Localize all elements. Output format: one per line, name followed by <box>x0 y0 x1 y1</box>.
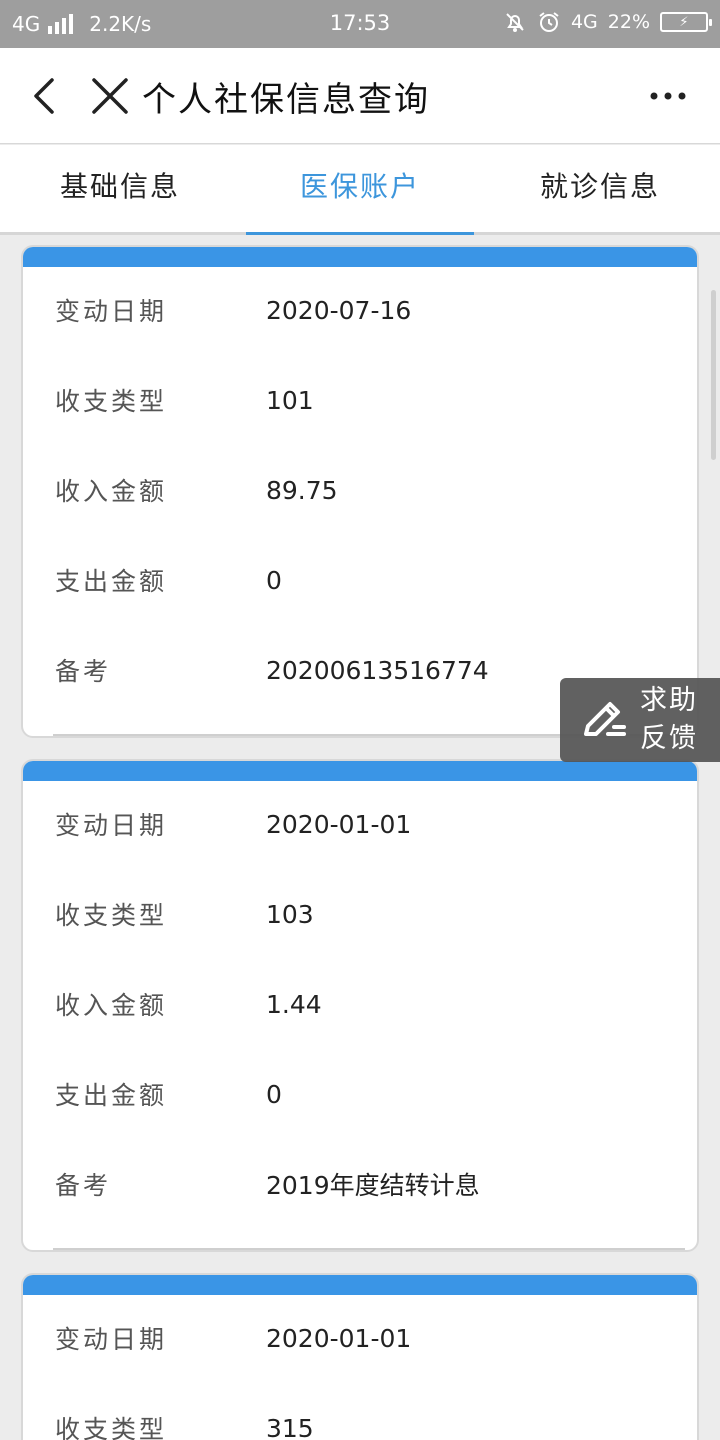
record-row: 收入金额 1.44 <box>23 959 697 1049</box>
battery-percent: 22% <box>607 11 650 33</box>
card-header-bar <box>23 761 697 781</box>
mute-bell-icon <box>506 13 524 32</box>
alarm-icon <box>539 12 559 32</box>
row-value: 89.75 <box>266 475 338 505</box>
row-label: 支出金额 <box>55 1081 168 1110</box>
row-label: 收支类型 <box>55 387 168 416</box>
record-row: 备考 2019年度结转计息 <box>23 1139 697 1229</box>
row-label: 变动日期 <box>55 811 168 840</box>
record-row: 收支类型 101 <box>23 355 697 445</box>
card-header-bar <box>23 1275 697 1295</box>
row-label: 收入金额 <box>55 477 168 506</box>
record-row: 支出金额 0 <box>23 535 697 625</box>
status-right: 4G 22% ⚡ <box>503 10 712 34</box>
record-row: 变动日期 2020-07-16 <box>23 265 697 355</box>
record-card: 变动日期 2020-01-01 收支类型 315 <box>21 1273 699 1440</box>
row-label: 备考 <box>55 657 112 686</box>
tab-basic-info[interactable]: 基础信息 <box>0 145 240 232</box>
row-label: 变动日期 <box>55 297 168 326</box>
row-label: 变动日期 <box>55 1325 168 1354</box>
row-value: 2020-01-01 <box>266 1323 412 1353</box>
status-bar: 4G 2.2K/s 17:53 4G 22% ⚡ <box>0 0 720 48</box>
record-row: 收支类型 315 <box>23 1383 697 1440</box>
back-arrow-icon[interactable] <box>22 74 66 118</box>
row-value: 0 <box>266 1079 282 1109</box>
record-row: 支出金额 0 <box>23 1049 697 1139</box>
row-value: 20200613516774 <box>266 655 489 685</box>
record-row: 收支类型 103 <box>23 869 697 959</box>
help-label-line1: 求助 <box>640 685 698 716</box>
help-label-line2: 反馈 <box>640 723 698 754</box>
row-value: 315 <box>266 1413 314 1440</box>
row-value: 2019年度结转计息 <box>266 1171 480 1200</box>
row-value: 101 <box>266 385 314 415</box>
tab-visit-info[interactable]: 就诊信息 <box>480 145 720 232</box>
row-value: 1.44 <box>266 989 322 1019</box>
edit-pencil-icon <box>584 702 626 736</box>
card-divider <box>53 1248 685 1250</box>
row-value: 0 <box>266 565 282 595</box>
scrollbar[interactable] <box>711 290 716 460</box>
row-label: 收入金额 <box>55 991 168 1020</box>
more-dots-icon[interactable] <box>646 84 690 108</box>
row-label: 备考 <box>55 1171 112 1200</box>
battery-charging-icon: ⚡ <box>660 12 712 32</box>
card-header-bar <box>23 247 697 267</box>
tab-medical-account[interactable]: 医保账户 <box>240 145 480 235</box>
record-row: 变动日期 2020-01-01 <box>23 779 697 869</box>
network-type-right: 4G <box>570 11 598 33</box>
tab-bar: 基础信息 医保账户 就诊信息 <box>0 145 720 235</box>
row-label: 支出金额 <box>55 567 168 596</box>
record-row: 收入金额 89.75 <box>23 445 697 535</box>
row-value: 2020-01-01 <box>266 809 412 839</box>
record-row: 变动日期 2020-01-01 <box>23 1293 697 1383</box>
row-label: 收支类型 <box>55 1415 168 1440</box>
help-label: 求助 反馈 <box>640 682 698 758</box>
nav-bar: 个人社保信息查询 <box>0 48 720 144</box>
close-icon[interactable] <box>88 74 132 118</box>
row-value: 103 <box>266 899 314 929</box>
record-card: 变动日期 2020-07-16 收支类型 101 收入金额 89.75 支出金额… <box>21 245 699 738</box>
record-card: 变动日期 2020-01-01 收支类型 103 收入金额 1.44 支出金额 … <box>21 759 699 1252</box>
help-feedback-button[interactable]: 求助 反馈 <box>560 678 720 762</box>
page-title: 个人社保信息查询 <box>142 80 430 120</box>
row-value: 2020-07-16 <box>266 295 412 325</box>
row-label: 收支类型 <box>55 901 168 930</box>
